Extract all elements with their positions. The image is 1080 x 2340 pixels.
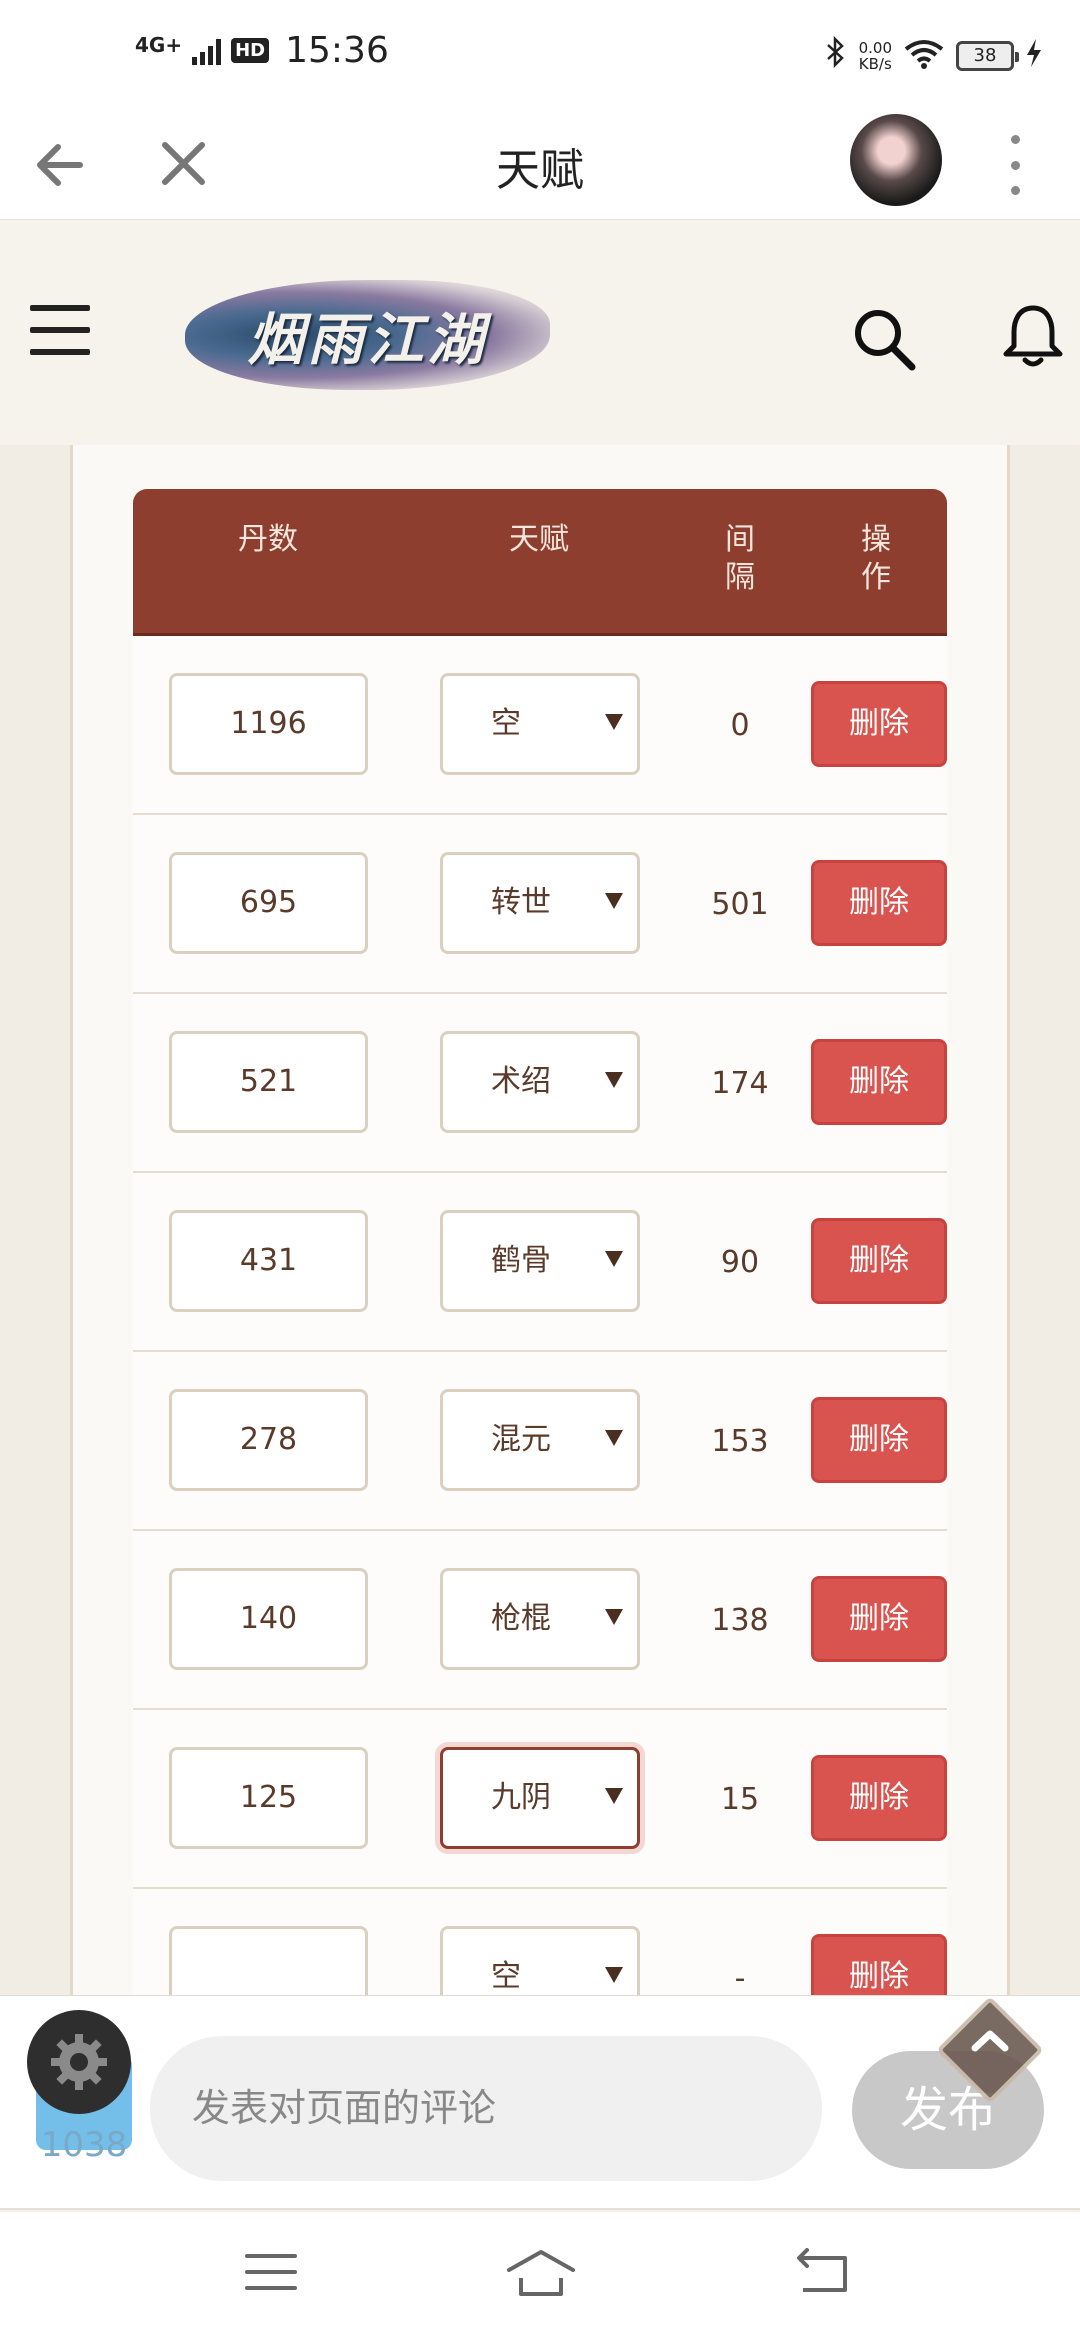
talent-select-value: 九阴 (491, 1780, 551, 1815)
talent-select[interactable]: 术绍 (440, 1031, 640, 1133)
gear-icon[interactable] (27, 2010, 131, 2114)
avatar[interactable] (850, 114, 942, 206)
delete-button[interactable]: 删除 (811, 681, 947, 767)
talent-select-value: 枪棍 (491, 1601, 551, 1636)
dropdown-arrow-icon (605, 1788, 623, 1804)
talent-select-value: 术绍 (491, 1064, 551, 1099)
home-icon[interactable] (505, 2248, 577, 2298)
talent-select-focused[interactable]: 九阴 (440, 1747, 640, 1849)
wifi-icon (904, 39, 944, 73)
dropdown-arrow-icon (605, 1072, 623, 1088)
status-left: 4G+ HD 15:36 (135, 30, 389, 71)
status-right: 0.00 KB/s 38 (825, 35, 1042, 76)
header-operation: 操 作 (861, 522, 891, 595)
table-row: 431 鹤骨 90 删除 (133, 1173, 947, 1352)
dan-input[interactable]: 125 (169, 1747, 368, 1849)
talent-select-value: 混元 (491, 1422, 551, 1457)
gap-value: 15 (720, 1782, 760, 1817)
floating-app-count: 1038 (40, 2125, 128, 2165)
dan-input[interactable]: 431 (169, 1210, 368, 1312)
gap-value: 174 (711, 1066, 769, 1101)
recent-apps-icon[interactable] (245, 2252, 297, 2292)
delete-button[interactable]: 删除 (811, 1397, 947, 1483)
charging-icon (1026, 38, 1042, 74)
header-gap: 间 隔 (725, 522, 755, 595)
table-row: 278 混元 153 删除 (133, 1352, 947, 1531)
talent-select-value: 空 (491, 706, 521, 741)
table-row: 521 术绍 174 删除 (133, 994, 947, 1173)
table-row: 125 九阴 15 删除 (133, 1710, 947, 1889)
logo-text: 烟雨江湖 (247, 306, 488, 373)
dropdown-arrow-icon (605, 1430, 623, 1446)
battery-icon: 38 (956, 41, 1019, 71)
table-row: 695 转世 501 删除 (133, 815, 947, 994)
talent-select[interactable]: 鹤骨 (440, 1210, 640, 1312)
site-logo[interactable]: 烟雨江湖 (185, 280, 550, 390)
gap-value: 501 (711, 887, 769, 922)
title-bar: 天赋 (0, 110, 1080, 220)
header-talent: 天赋 (509, 522, 569, 557)
dropdown-arrow-icon (605, 714, 623, 730)
talent-select[interactable]: 混元 (440, 1389, 640, 1491)
comment-input[interactable]: 发表对页面的评论 (150, 2036, 822, 2181)
talent-select[interactable]: 转世 (440, 852, 640, 954)
bluetooth-icon (825, 35, 847, 76)
comment-bar: 发表对页面的评论 发布 (0, 1995, 1080, 2210)
talent-select[interactable]: 空 (440, 673, 640, 775)
status-bar: 4G+ HD 15:36 0.00 KB/s 38 (0, 0, 1080, 110)
net-speed-unit: KB/s (858, 55, 892, 73)
dropdown-arrow-icon (605, 893, 623, 909)
table-header: 丹数 天赋 间 隔 操 作 (133, 489, 947, 636)
talent-select[interactable]: 枪棍 (440, 1568, 640, 1670)
bell-icon[interactable] (998, 302, 1068, 372)
delete-button[interactable]: 删除 (811, 1755, 947, 1841)
dan-input[interactable]: 695 (169, 852, 368, 954)
header-dan: 丹数 (238, 522, 298, 557)
talent-select-value: 鹤骨 (491, 1243, 551, 1278)
delete-button[interactable]: 删除 (811, 860, 947, 946)
dropdown-arrow-icon (605, 1609, 623, 1625)
dropdown-arrow-icon (605, 1967, 623, 1983)
gap-value: 0 (730, 708, 750, 743)
back-icon[interactable] (795, 2248, 851, 2294)
dan-input[interactable]: 278 (169, 1389, 368, 1491)
signal-icon (192, 37, 222, 65)
table-row: 1196 空 0 删除 (133, 636, 947, 815)
dan-input[interactable]: 1196 (169, 673, 368, 775)
talent-select-value: 转世 (491, 885, 551, 920)
dan-input[interactable]: 140 (169, 1568, 368, 1670)
gap-value: 138 (711, 1603, 769, 1638)
hamburger-menu-icon[interactable] (30, 305, 90, 355)
delete-button[interactable]: 删除 (811, 1039, 947, 1125)
network-type: 4G+ (135, 32, 183, 57)
talent-table: 丹数 天赋 间 隔 操 作 1196 空 0 删除 695 转世 501 删除 … (133, 489, 947, 2068)
site-header: 烟雨江湖 (0, 220, 1080, 445)
chevron-up-icon (967, 2020, 1013, 2060)
search-icon[interactable] (850, 305, 920, 375)
table-row: 140 枪棍 138 删除 (133, 1531, 947, 1710)
gap-value: 90 (720, 1245, 760, 1280)
system-nav-bar (0, 2212, 1080, 2340)
dan-input[interactable]: 521 (169, 1031, 368, 1133)
dropdown-arrow-icon (605, 1251, 623, 1267)
delete-button[interactable]: 删除 (811, 1576, 947, 1662)
gap-value: 153 (711, 1424, 769, 1459)
clock: 15:36 (285, 30, 389, 71)
hd-icon: HD (231, 38, 270, 63)
delete-button[interactable]: 删除 (811, 1218, 947, 1304)
net-speed: 0.00 KB/s (859, 40, 892, 72)
more-options-icon[interactable] (995, 135, 1035, 195)
